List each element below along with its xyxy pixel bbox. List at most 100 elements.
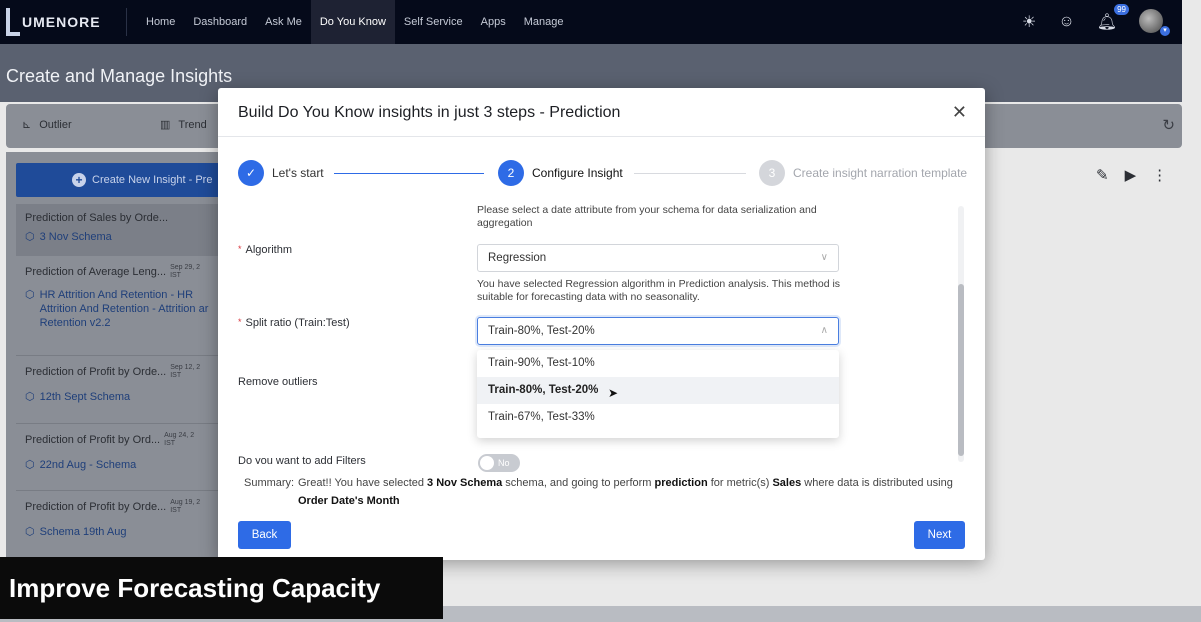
bell-icon[interactable]: 🔔︎ 99: [1097, 4, 1129, 32]
assistant-icon[interactable]: ☺: [1058, 13, 1074, 31]
divider: [16, 423, 220, 424]
next-button[interactable]: Next: [914, 521, 965, 549]
nav-item-dashboard[interactable]: Dashboard: [184, 0, 256, 44]
insight-title: Prediction of Profit by Orde...: [25, 501, 167, 513]
refresh-icon[interactable]: ↻: [1162, 116, 1175, 134]
create-new-insight-button[interactable]: + Create New Insight - Pre: [16, 163, 220, 197]
user-menu[interactable]: ▾: [1139, 8, 1170, 36]
insight-schema: HR Attrition And Retention - HR Attritio…: [39, 289, 209, 329]
prediction-wizard-modal: Build Do You Know insights in just 3 ste…: [218, 88, 985, 560]
schema-icon: ⬡: [25, 231, 35, 243]
scrollbar-thumb[interactable]: [958, 284, 964, 456]
insight-tz: IST: [170, 272, 181, 279]
more-options-icon[interactable]: ⋮: [1152, 166, 1167, 184]
insight-title: Prediction of Profit by Orde...: [25, 366, 167, 378]
step-2-label: Configure Insight: [532, 166, 623, 180]
play-icon[interactable]: ▶: [1125, 166, 1137, 184]
step-connector: [634, 173, 746, 174]
insight-title: Prediction of Sales by Orde...: [25, 212, 169, 224]
stepper: ✓ Let's start 2 Configure Insight 3 Crea…: [238, 160, 968, 186]
nav-item-home[interactable]: Home: [137, 0, 184, 44]
chevron-down-icon: ∨: [820, 252, 828, 263]
nav-item-do-you-know[interactable]: Do You Know: [310, 0, 395, 44]
split-option-highlighted[interactable]: Train-80%, Test-20%: [477, 377, 839, 404]
list-item[interactable]: Prediction of Profit by Orde... Aug 19, 2…: [16, 499, 220, 551]
insight-toolbar: ✎ ▶ ⋮: [1096, 166, 1167, 184]
modal-title: Build Do You Know insights in just 3 ste…: [238, 104, 621, 121]
summary-part: where data is distributed using: [801, 477, 953, 489]
insight-title: Prediction of Average Leng...: [25, 266, 167, 278]
algorithm-help: You have selected Regression algorithm i…: [477, 278, 841, 303]
remove-outliers-label: Remove outliers: [238, 376, 318, 388]
insight-date: Sep 12, 2: [170, 364, 201, 371]
list-item[interactable]: Prediction of Profit by Orde... Sep 12, 2…: [16, 364, 220, 416]
summary-part: Great!! You have selected: [298, 477, 428, 489]
top-navbar: UMENORE Home Dashboard Ask Me Do You Kno…: [0, 0, 1182, 44]
list-item[interactable]: Prediction of Sales by Orde... ⬡ 3 Nov Sc…: [16, 204, 220, 256]
list-item[interactable]: Prediction of Average Leng... Sep 29, 2 IS…: [16, 264, 220, 346]
logo-mark-icon: [6, 8, 20, 36]
insight-date: Sep 29, 2: [170, 264, 201, 271]
trend-icon: ▥: [160, 119, 171, 131]
chevron-up-icon: ∧: [820, 325, 828, 336]
schema-icon: ⬡: [25, 526, 35, 538]
split-ratio-label: * Split ratio (Train:Test): [238, 317, 350, 329]
split-ratio-label-text: Split ratio (Train:Test): [245, 317, 350, 329]
form-scrollbar[interactable]: [958, 206, 964, 462]
logo[interactable]: UMENORE: [6, 8, 126, 36]
required-mark: *: [238, 317, 242, 327]
step-connector: [334, 173, 484, 174]
insight-tz: IST: [170, 507, 182, 514]
split-ratio-value: Train-80%, Test-20%: [488, 325, 595, 337]
list-item[interactable]: Prediction of Profit by Ord... Aug 24, 2I…: [16, 432, 220, 484]
tab-outlier-label: Outlier: [39, 118, 72, 131]
insight-schema: 12th Sept Schema: [39, 391, 131, 403]
video-caption: Improve Forecasting Capacity: [0, 557, 443, 619]
algorithm-label: * Algorithm: [238, 244, 292, 256]
top-icons: ☀ ☺ 🔔︎ 99 ▾: [1022, 0, 1170, 44]
back-button[interactable]: Back: [238, 521, 291, 549]
plus-icon: +: [72, 173, 86, 187]
summary-part: schema, and going to perform: [502, 477, 655, 489]
schema-icon: ⬡: [25, 289, 35, 301]
nav-item-self-service[interactable]: Self Service: [395, 0, 472, 44]
summary-schema: 3 Nov Schema: [427, 477, 503, 489]
filters-label: Do you want to add Filters: [238, 455, 366, 464]
split-ratio-select[interactable]: Train-80%, Test-20% ∧: [477, 317, 839, 345]
summary-analysis: prediction: [654, 477, 708, 489]
tab-outlier[interactable]: ⊾ Outlier: [22, 118, 72, 132]
split-ratio-dropdown: Train-90%, Test-10% Train-80%, Test-20% …: [477, 350, 839, 438]
date-attribute-help: Please select a date attribute from your…: [477, 204, 817, 229]
logo-text: UMENORE: [22, 14, 101, 30]
close-icon[interactable]: ✕: [952, 102, 967, 123]
edit-icon[interactable]: ✎: [1096, 166, 1109, 184]
step-3-number: 3: [759, 160, 785, 186]
outlier-icon: ⊾: [22, 119, 32, 131]
nav-item-manage[interactable]: Manage: [515, 0, 573, 44]
page-title: Create and Manage Insights: [6, 66, 233, 86]
lightbulb-icon[interactable]: ☀: [1022, 12, 1036, 32]
tab-trend[interactable]: ▥ Trend: [160, 118, 207, 132]
summary-attribute: Order Date's Month: [298, 495, 400, 507]
main-nav: Home Dashboard Ask Me Do You Know Self S…: [137, 0, 572, 44]
step-3-label: Create insight narration template: [793, 166, 968, 180]
insight-tz: IST: [164, 440, 176, 447]
divider: [16, 355, 220, 356]
modal-header-divider: [218, 136, 985, 137]
step-2-number: 2: [498, 160, 524, 186]
required-mark: *: [238, 244, 242, 254]
insight-schema: 3 Nov Schema: [39, 231, 112, 243]
algorithm-value: Regression: [488, 252, 547, 264]
algorithm-label-text: Algorithm: [245, 244, 292, 256]
nav-item-ask-me[interactable]: Ask Me: [256, 0, 311, 44]
schema-icon: ⬡: [25, 459, 35, 471]
algorithm-select[interactable]: Regression ∨: [477, 244, 839, 272]
filters-toggle[interactable]: No: [478, 454, 520, 472]
split-option[interactable]: Train-67%, Test-33%: [477, 404, 839, 431]
notification-badge: 99: [1114, 4, 1129, 15]
nav-divider: [126, 8, 127, 36]
split-option[interactable]: Train-90%, Test-10%: [477, 350, 839, 377]
schema-icon: ⬡: [25, 391, 35, 403]
insight-date: Aug 19, 2: [170, 499, 201, 506]
nav-item-apps[interactable]: Apps: [472, 0, 515, 44]
